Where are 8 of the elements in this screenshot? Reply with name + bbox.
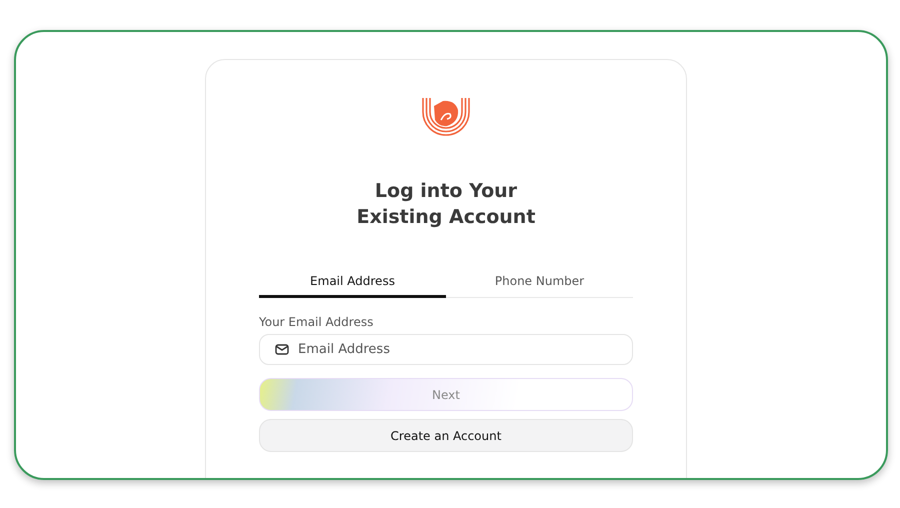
email-field[interactable]: Email Address [259,334,633,365]
logo-icon [421,98,471,136]
tab[interactable]: Phone Number [446,274,633,298]
create-account-button[interactable]: Create an Account [259,419,633,452]
page-title: Log into Your Existing Account [356,179,536,230]
tab[interactable]: Email Address [259,274,446,298]
mail-icon [275,344,289,355]
field-label: Your Email Address [259,315,374,329]
